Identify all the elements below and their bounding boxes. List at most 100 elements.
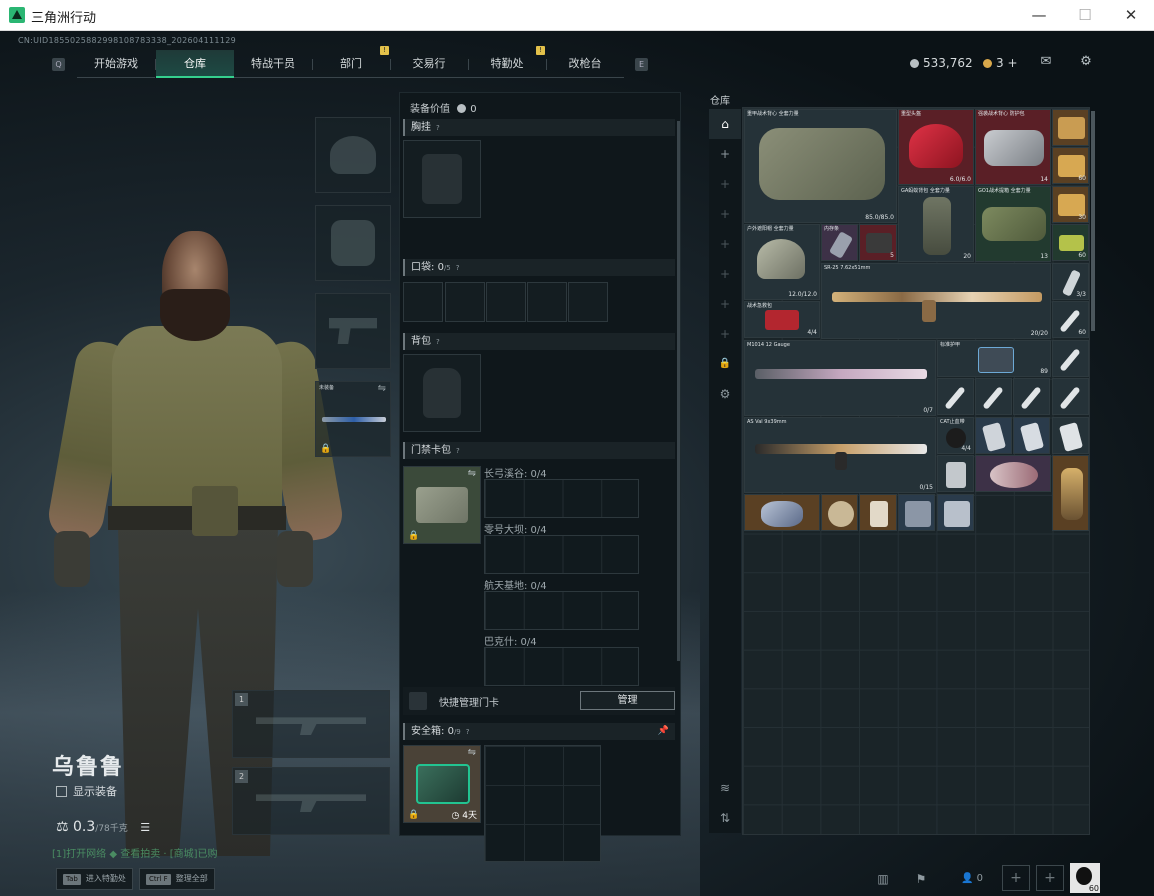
warehouse-item[interactable] (898, 494, 935, 531)
warehouse-item[interactable]: AS Val 9x39mm 0/15 (744, 417, 936, 493)
warehouse-item[interactable]: 强袭战术背心 防护包 14 (975, 109, 1051, 185)
add-page-icon[interactable]: + (709, 199, 741, 229)
tab-special-ops[interactable]: 特勤处 (468, 50, 546, 78)
warehouse-item[interactable] (1052, 455, 1089, 531)
sort-all-shortcut[interactable]: Ctrl F 整理全部 (139, 868, 215, 890)
tab-operators[interactable]: 特战干员 (234, 50, 312, 78)
warehouse-item[interactable]: 30 (1052, 186, 1089, 223)
manage-keycards-button[interactable]: 管理 (580, 691, 675, 710)
pocket-slot[interactable] (486, 282, 526, 322)
chest-rig-slot[interactable] (403, 140, 481, 218)
weight-list-icon[interactable]: ☰ (140, 821, 150, 834)
help-icon[interactable]: ? (436, 334, 440, 351)
layers-icon[interactable]: ≋ (709, 773, 741, 803)
warehouse-item[interactable]: 60 (1052, 301, 1089, 338)
keycard-holder-slot[interactable]: ⇋ 🔒 (403, 466, 481, 544)
helmet-slot[interactable] (315, 117, 391, 193)
warehouse-scrollbar[interactable] (1091, 111, 1095, 331)
warehouse-item[interactable] (859, 494, 897, 531)
warehouse-item[interactable]: 5 (859, 224, 897, 261)
safe-box-grid[interactable] (484, 745, 601, 862)
pocket-slot[interactable] (568, 282, 608, 322)
stats-chart-icon[interactable]: ▥ (871, 868, 895, 890)
help-icon[interactable]: ? (456, 260, 460, 277)
help-icon[interactable]: ? (436, 120, 440, 137)
warehouse-item[interactable] (1052, 109, 1089, 146)
loadout-scrollbar[interactable] (677, 121, 680, 661)
maximize-button[interactable]: ☐ (1062, 0, 1108, 31)
show-equipment-checkbox[interactable] (56, 786, 67, 797)
pocket-slot[interactable] (403, 282, 443, 322)
swap-icon[interactable]: ⇋ (468, 747, 476, 758)
tab-gunsmith[interactable]: 改枪台 (546, 50, 624, 78)
gold-currency[interactable]: 3 + (983, 56, 1018, 70)
invite-teammate-button[interactable]: + (1002, 865, 1030, 891)
warehouse-item[interactable] (744, 494, 820, 531)
warehouse-item[interactable]: GO1战术提箱 全套力量 13 (975, 186, 1051, 262)
help-icon[interactable]: ? (466, 724, 470, 741)
warehouse-item[interactable]: 60 (1052, 224, 1089, 261)
warehouse-item[interactable]: GA蚂蚁背包 全套力量 20 (898, 186, 974, 262)
invite-teammate-button[interactable]: + (1036, 865, 1064, 891)
warehouse-item[interactable]: 3/3 (1052, 263, 1089, 300)
backpack-slot[interactable] (403, 354, 481, 432)
flag-icon[interactable]: ⚑ (909, 868, 933, 890)
help-icon[interactable]: ? (456, 443, 460, 460)
warehouse-item[interactable] (937, 494, 974, 531)
nav-next-key[interactable]: E (635, 58, 648, 71)
tab-start-game[interactable]: 开始游戏 (77, 50, 155, 78)
nav-prev-key[interactable]: Q (52, 58, 65, 71)
swap-icon[interactable]: ⇋ (468, 468, 476, 479)
pocket-slot[interactable] (527, 282, 567, 322)
warehouse-item[interactable] (1052, 340, 1089, 377)
warehouse-item[interactable] (1013, 378, 1050, 415)
keycard-grid[interactable] (484, 591, 639, 630)
warehouse-item[interactable]: 户外遮阳帽 全套力量 12.0/12.0 (744, 224, 820, 300)
keycard-grid[interactable] (484, 535, 639, 574)
tab-department[interactable]: 部门 (312, 50, 390, 78)
warehouse-item[interactable]: 60 (1052, 147, 1089, 184)
gold-add-icon[interactable]: + (1007, 56, 1017, 70)
add-page-icon[interactable]: + (709, 289, 741, 319)
add-page-icon[interactable]: + (709, 169, 741, 199)
settings-gear-icon[interactable]: ⚙ (1078, 55, 1094, 69)
close-button[interactable]: ✕ (1108, 0, 1154, 31)
warehouse-item[interactable] (821, 494, 858, 531)
pocket-slot[interactable] (445, 282, 485, 322)
mail-icon[interactable]: ✉ (1038, 55, 1054, 69)
pistol-slot[interactable] (315, 293, 391, 369)
squad-button[interactable]: 👤 0 (955, 868, 989, 890)
swap-icon[interactable]: ⇋ (378, 383, 386, 394)
warehouse-item[interactable]: 内存条 (821, 224, 858, 261)
warehouse-item[interactable] (1052, 417, 1089, 454)
primary-weapon-slot-2[interactable]: 2 (232, 767, 390, 835)
armor-slot[interactable] (315, 205, 391, 281)
warehouse-item[interactable] (937, 455, 974, 492)
warehouse-item[interactable] (975, 378, 1012, 415)
warehouse-item[interactable] (1013, 417, 1050, 454)
add-page-icon[interactable]: + (709, 139, 741, 169)
add-page-icon[interactable]: + (709, 229, 741, 259)
primary-weapon-slot-1[interactable]: 1 (232, 690, 390, 758)
keycard-grid[interactable] (484, 479, 639, 518)
warehouse-item[interactable]: 标准护甲 89 (937, 340, 1051, 377)
warehouse-settings-icon[interactable]: ⚙ (709, 379, 741, 409)
melee-slot[interactable]: 未装备 ⇋ 🔒 (315, 381, 391, 457)
warehouse-item[interactable]: 重甲战术背心 全套力量 85.0/85.0 (744, 109, 897, 223)
warehouse-home-icon[interactable]: ⌂ (709, 109, 741, 139)
warehouse-item[interactable] (975, 417, 1012, 454)
tab-warehouse[interactable]: 仓库 (156, 50, 234, 78)
warehouse-item[interactable]: 重型头盔 6.0/6.0 (898, 109, 974, 185)
pin-icon[interactable]: 📌 (658, 723, 669, 740)
tab-market[interactable]: 交易行 (390, 50, 468, 78)
keycard-grid[interactable] (484, 647, 639, 686)
warehouse-item[interactable]: SR-25 7.62x51mm 20/20 (821, 263, 1051, 339)
special-ops-shortcut[interactable]: Tab 进入特勤处 (56, 868, 133, 890)
player-avatar[interactable]: 60 (1070, 863, 1100, 893)
warehouse-item[interactable] (937, 378, 974, 415)
add-page-icon[interactable]: + (709, 259, 741, 289)
sort-icon[interactable]: ⇅ (709, 803, 741, 833)
warehouse-item[interactable]: M1014 12 Gauge 0/7 (744, 340, 936, 416)
add-page-icon[interactable]: + (709, 319, 741, 349)
bottom-hint-text[interactable]: [1]打开网络 ◆ 查看拍卖 · [商城]已购 (52, 845, 218, 860)
